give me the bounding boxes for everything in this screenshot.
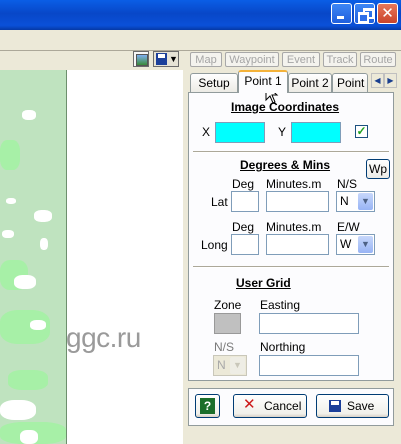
chevron-down-icon: ▼ — [169, 54, 178, 64]
tab-setup[interactable]: Setup — [190, 73, 238, 92]
long-minutes-field[interactable] — [266, 234, 329, 255]
restore-button[interactable] — [354, 3, 375, 24]
tab-scroll-left-icon[interactable]: ◀ — [371, 73, 384, 88]
chevron-down-icon: ▼ — [358, 236, 373, 253]
long-label: Long — [201, 238, 228, 252]
route-button[interactable]: Route — [360, 52, 396, 67]
save-button[interactable]: Save — [316, 394, 389, 418]
chevron-down-icon: ▼ — [358, 193, 373, 210]
degrees-mins-heading: Degrees & Mins — [240, 158, 331, 172]
long-ew-value: W — [340, 237, 352, 251]
easting-label: Easting — [260, 298, 301, 312]
lat-minutes-label: Minutes.m — [266, 177, 322, 191]
waypoint-button[interactable]: Waypoint — [225, 52, 279, 67]
lat-minutes-field[interactable] — [266, 191, 329, 212]
map-watermark: ggc.ru — [66, 322, 141, 353]
northing-label: Northing — [260, 340, 306, 354]
lat-ns-value: N — [340, 194, 349, 208]
long-degrees-field[interactable] — [231, 234, 259, 255]
help-icon: ? — [200, 398, 215, 414]
easting-field[interactable] — [259, 313, 359, 334]
restore-icon-back — [358, 12, 369, 23]
grid-ns-value: N — [217, 358, 226, 372]
map-image[interactable] — [0, 70, 67, 444]
long-ew-label: E/W — [337, 220, 360, 234]
image-coords-checkbox[interactable]: ✓ — [355, 125, 368, 138]
wp-button[interactable]: Wp — [366, 159, 390, 179]
tab-scroll-right-icon[interactable]: ▶ — [384, 73, 397, 88]
save-disk-icon — [329, 400, 341, 412]
toolbar-divider — [0, 50, 401, 51]
minimize-icon — [337, 16, 344, 19]
lat-degrees-field[interactable] — [231, 191, 259, 212]
grid-ns-label: N/S — [214, 340, 235, 354]
cancel-button[interactable]: ✕ Cancel — [233, 394, 307, 418]
save-dropdown-button[interactable]: ▼ — [153, 51, 179, 67]
y-label: Y — [278, 125, 287, 139]
disk-icon — [156, 53, 167, 65]
user-grid-heading: User Grid — [236, 276, 291, 290]
lat-ns-select[interactable]: N ▼ — [336, 191, 375, 212]
toolbar — [0, 30, 401, 51]
separator — [193, 266, 389, 268]
help-button[interactable]: ? — [195, 394, 220, 418]
close-button[interactable]: ✕ — [377, 3, 398, 24]
cancel-x-icon: ✕ — [243, 395, 256, 413]
save-label: Save — [347, 399, 375, 413]
image-x-field[interactable] — [215, 122, 265, 143]
image-icon[interactable] — [133, 51, 149, 67]
tab-point-1[interactable]: Point 1 — [238, 70, 288, 93]
image-y-field[interactable] — [291, 122, 341, 143]
long-ew-select[interactable]: W ▼ — [336, 234, 375, 255]
northing-field[interactable] — [259, 355, 359, 376]
long-minutes-label: Minutes.m — [266, 220, 322, 234]
chevron-down-icon: ▼ — [230, 357, 245, 374]
event-button[interactable]: Event — [282, 52, 320, 67]
zone-field — [214, 313, 241, 334]
cancel-label: Cancel — [264, 399, 302, 413]
x-label: X — [202, 125, 211, 139]
lat-label: Lat — [211, 195, 228, 209]
separator — [193, 151, 389, 153]
title-bar: ✕ — [0, 0, 401, 30]
grid-ns-select: N ▼ — [213, 355, 247, 376]
close-icon: ✕ — [381, 4, 394, 22]
track-button[interactable]: Track — [323, 52, 357, 67]
map-button[interactable]: Map — [190, 52, 222, 67]
image-coordinates-heading: Image Coordinates — [231, 100, 340, 114]
tab-point-3[interactable]: Point 3 — [332, 73, 368, 92]
lat-ns-label: N/S — [337, 177, 358, 191]
long-deg-label: Deg — [232, 220, 255, 234]
tab-point-2[interactable]: Point 2 — [288, 73, 332, 92]
zone-label: Zone — [214, 298, 242, 312]
lat-deg-label: Deg — [232, 177, 255, 191]
minimize-button[interactable] — [331, 3, 352, 24]
